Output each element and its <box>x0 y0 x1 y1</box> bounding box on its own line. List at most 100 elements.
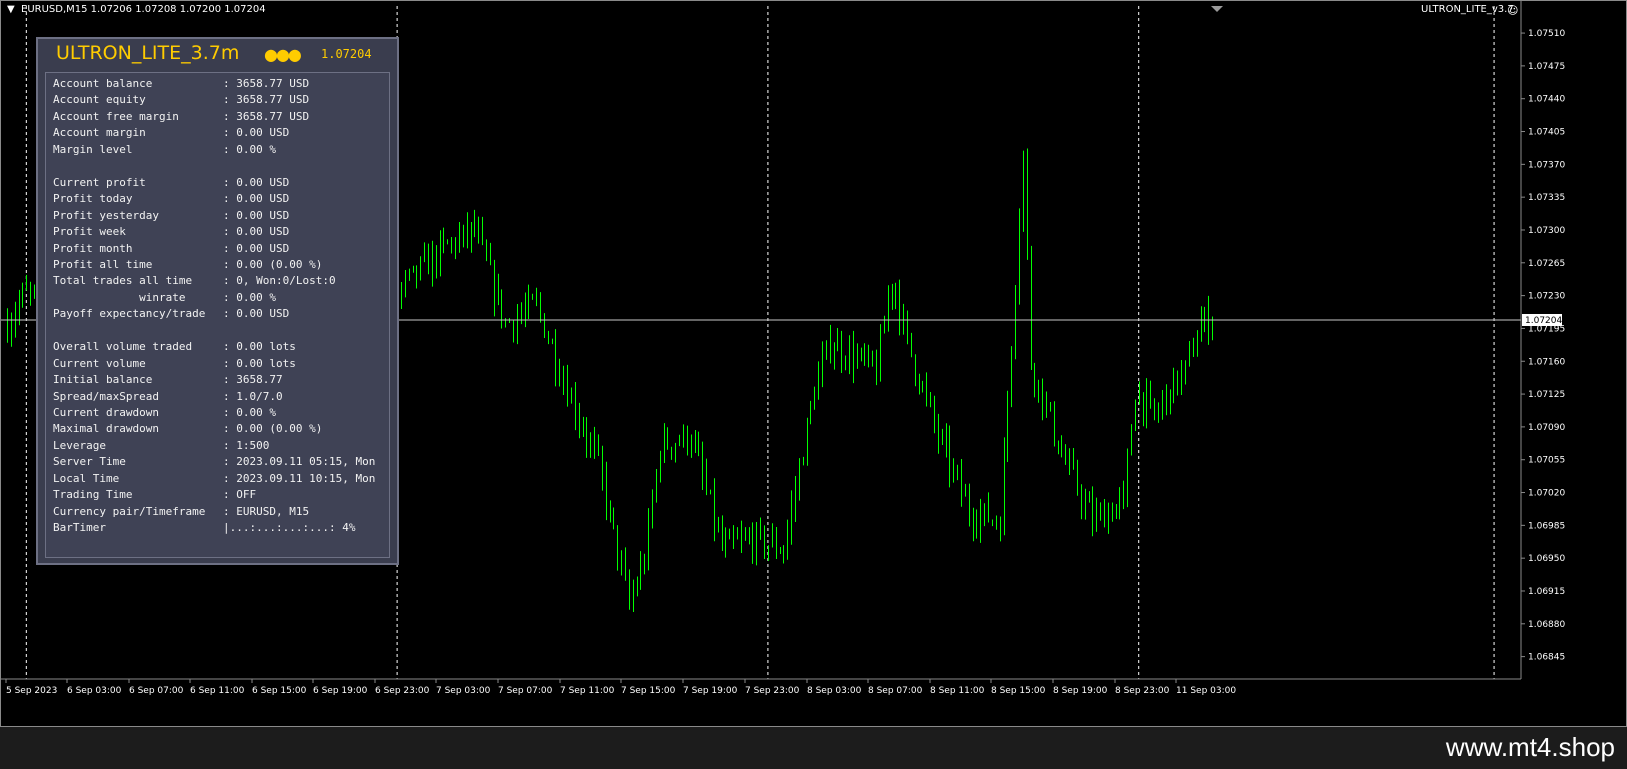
panel-row-value: : 0.00 USD <box>223 225 290 239</box>
panel-row-label: Trading Time <box>53 488 133 502</box>
time-tick-label: 6 Sep 07:00 <box>129 686 184 696</box>
panel-row-value: : 0.00 % <box>223 290 276 304</box>
panel-row-value: : 0.00 USD <box>223 175 290 189</box>
panel-row-label: Server Time <box>53 455 126 469</box>
time-tick-label: 8 Sep 03:00 <box>807 686 862 696</box>
price-tick-label: 1.07405 <box>1528 128 1565 138</box>
panel-row-value: : 0.00 (0.00 %) <box>223 422 323 436</box>
panel-row-label: Payoff expectancy/trade <box>53 307 206 321</box>
panel-row-value: |...:...:...:...: 4% <box>223 521 356 535</box>
panel-row-label: Account free margin <box>53 109 179 123</box>
price-tick-label: 1.07440 <box>1528 95 1565 105</box>
panel-row-label: BarTimer <box>53 521 106 535</box>
price-tick-label: 1.06985 <box>1528 521 1565 531</box>
shift-marker-icon <box>1211 6 1223 12</box>
price-tick-label: 1.07125 <box>1528 390 1565 400</box>
price-tick-label: 1.07300 <box>1528 226 1565 236</box>
price-tick-label: 1.07055 <box>1528 456 1565 466</box>
time-tick-label: 6 Sep 03:00 <box>67 686 122 696</box>
panel-row-value: : 3658.77 USD <box>223 77 310 90</box>
panel-row-value: : 0.00 lots <box>223 340 296 354</box>
panel-row-label: Account equity <box>53 93 146 107</box>
ultron-info-panel: ULTRON_LITE_3.7m ●●● 1.07204 Account bal… <box>36 37 399 565</box>
chart-window[interactable]: 1.07510 1.07475 1.07440 1.07405 1.07370 1.073… <box>0 0 1627 727</box>
time-tick-label: 7 Sep 19:00 <box>683 686 738 696</box>
panel-row-value: : 0.00 (0.00 %) <box>223 257 323 271</box>
time-tick-label: 6 Sep 15:00 <box>252 686 307 696</box>
price-tick-label: 1.06845 <box>1528 653 1565 663</box>
time-tick-label: 11 Sep 03:00 <box>1176 686 1236 696</box>
panel-row-value: : OFF <box>223 488 257 502</box>
time-tick-label: 7 Sep 07:00 <box>498 686 553 696</box>
panel-row-label: Current profit <box>53 175 146 189</box>
panel-row-value: : 3658.77 USD <box>223 109 310 123</box>
panel-row-label: Profit all time <box>53 257 153 271</box>
time-tick-label: 8 Sep 19:00 <box>1053 686 1108 696</box>
panel-row-label: Profit today <box>53 192 133 206</box>
panel-row-label: Profit week <box>53 225 126 239</box>
site-watermark: www.mt4.shop <box>1445 732 1615 762</box>
panel-header: ULTRON_LITE_3.7m ●●● 1.07204 <box>38 39 397 67</box>
panel-row-label: Initial balance <box>53 373 153 387</box>
panel-body: Account balance : 3658.77 USD Account equi… <box>45 72 390 558</box>
time-tick-label: 8 Sep 07:00 <box>868 686 923 696</box>
symbol-info: EURUSD,M15 1.07206 1.07208 1.07200 1.072… <box>21 4 266 15</box>
time-tick-label: 8 Sep 15:00 <box>991 686 1046 696</box>
panel-row-value: : 1:500 <box>223 438 270 452</box>
price-tick-label: 1.07370 <box>1528 160 1565 170</box>
panel-row-value: : EURUSD, M15 <box>223 504 310 518</box>
price-tick-label: 1.07475 <box>1528 62 1565 72</box>
smiley-icon[interactable]: ☺ <box>1507 4 1518 17</box>
panel-row-label: Currency pair/Timeframe <box>53 504 206 518</box>
panel-row-value: : 0, Won:0/Lost:0 <box>223 274 336 288</box>
panel-row-label: Leverage <box>53 438 106 452</box>
current-price-box: 1.07204 <box>1522 313 1562 326</box>
current-price-label: 1.07204 <box>1525 316 1562 326</box>
symbol-menu-icon[interactable]: ▼ <box>7 4 15 15</box>
time-tick-label: 6 Sep 23:00 <box>375 686 430 696</box>
time-tick-label: 6 Sep 19:00 <box>313 686 368 696</box>
time-tick-label: 8 Sep 11:00 <box>930 686 985 696</box>
time-tick-label: 8 Sep 23:00 <box>1115 686 1170 696</box>
time-tick-label: 5 Sep 2023 <box>6 686 57 696</box>
time-tick-label: 7 Sep 23:00 <box>745 686 800 696</box>
price-tick-label: 1.07090 <box>1528 423 1565 433</box>
panel-row-label: Local Time <box>53 471 120 485</box>
panel-row-label: Current drawdown <box>53 406 159 419</box>
panel-row-value: : 0.00 USD <box>223 241 290 255</box>
panel-row-label: Spread/maxSpread <box>53 389 159 403</box>
panel-row-value: : 2023.09.11 10:15, Mon <box>223 471 376 485</box>
time-tick-label: 6 Sep 11:00 <box>190 686 245 696</box>
watermark-footer: www.mt4.shop <box>0 727 1627 769</box>
price-tick-label: 1.06880 <box>1528 620 1565 630</box>
price-tick-label: 1.07510 <box>1528 29 1565 39</box>
panel-row-label: Current volume <box>53 356 146 370</box>
panel-row-value: : 0.00 % <box>223 142 276 156</box>
panel-title: ULTRON_LITE_3.7m <box>56 42 240 64</box>
panel-row-label: Total trades all time <box>53 274 193 288</box>
panel-row-value: : 0.00 USD <box>223 208 290 222</box>
price-tick-label: 1.07265 <box>1528 259 1565 269</box>
indicator-name: ULTRON_LITE_v3.7 <box>1421 4 1514 15</box>
panel-row-label: Account balance <box>53 77 153 90</box>
price-tick-label: 1.07335 <box>1528 193 1565 203</box>
price-tick-label: 1.07020 <box>1528 489 1565 499</box>
price-tick-label: 1.07230 <box>1528 292 1565 302</box>
panel-row-label: Account margin <box>53 126 146 140</box>
time-axis: 5 Sep 2023 6 Sep 03:00 6 Sep 07:00 6 Sep 11… <box>5 679 1236 696</box>
panel-row-label: Margin level <box>53 142 133 156</box>
panel-row-label: Profit yesterday <box>53 208 159 222</box>
panel-row-value: : 0.00 USD <box>223 126 290 140</box>
panel-price: 1.07204 <box>321 47 372 61</box>
time-tick-label: 7 Sep 03:00 <box>436 686 491 696</box>
panel-row-value: : 0.00 lots <box>223 356 296 370</box>
price-tick-label: 1.07160 <box>1528 357 1565 367</box>
time-tick-label: 7 Sep 15:00 <box>621 686 676 696</box>
panel-row-value: : 2023.09.11 05:15, Mon <box>223 455 376 469</box>
time-tick-label: 7 Sep 11:00 <box>560 686 615 696</box>
panel-row-label: Maximal drawdown <box>53 422 159 436</box>
panel-row-value: : 3658.77 USD <box>223 93 310 107</box>
panel-row-value: : 0.00 USD <box>223 192 290 206</box>
price-axis: 1.07510 1.07475 1.07440 1.07405 1.07370 1.073… <box>1521 29 1565 663</box>
status-dots-icon: ●●● <box>264 45 302 64</box>
